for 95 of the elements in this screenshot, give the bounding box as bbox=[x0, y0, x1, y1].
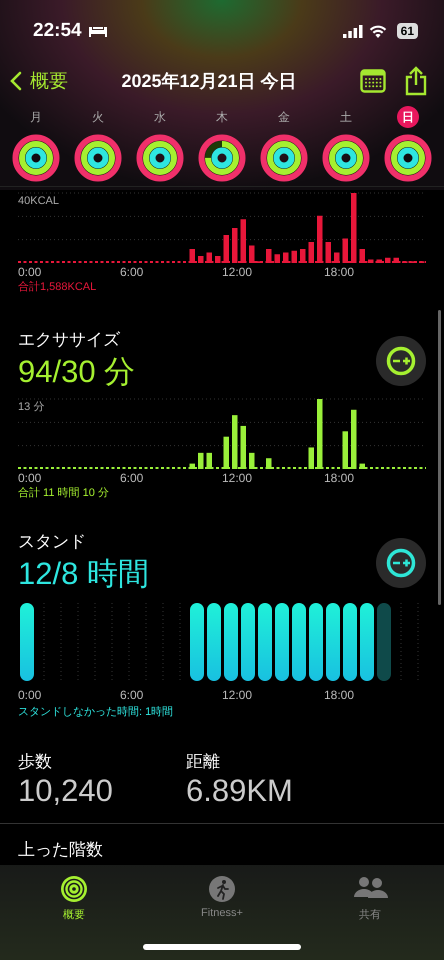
y-axis-label: 40KCAL bbox=[18, 195, 59, 207]
chart-bar bbox=[317, 216, 322, 263]
chart-bar bbox=[215, 256, 220, 263]
axis-tick-label: 6:00 bbox=[120, 471, 144, 485]
chart-bar bbox=[342, 238, 348, 263]
chart-bar bbox=[334, 252, 340, 263]
status-time: 22:54 bbox=[33, 20, 82, 42]
wifi-icon bbox=[368, 24, 387, 38]
chart-bar bbox=[351, 193, 356, 263]
chart-bar bbox=[351, 410, 356, 469]
chart-bar bbox=[308, 242, 314, 263]
axis-tick-label: 6:00 bbox=[120, 688, 144, 702]
chart-bar bbox=[292, 250, 297, 263]
adjust-goal-button[interactable] bbox=[376, 336, 426, 386]
tab-bar-item[interactable]: Fitness+ bbox=[172, 875, 272, 919]
axis-tick-label: 12:00 bbox=[222, 688, 254, 702]
calendar-icon[interactable] bbox=[360, 69, 386, 93]
total-label: スタンドしなかった時間: 1時間 bbox=[17, 706, 174, 718]
axis-tick-label: 18:00 bbox=[324, 265, 356, 279]
minus-plus-icon bbox=[386, 548, 416, 578]
weekday-label[interactable]: 金 bbox=[273, 106, 295, 128]
stat-label: 距離 bbox=[186, 751, 221, 773]
chart-bar bbox=[342, 431, 348, 469]
axis-tick-label: 18:00 bbox=[324, 688, 356, 702]
activity-rings-icon[interactable] bbox=[136, 134, 184, 182]
rings-icon bbox=[60, 875, 88, 903]
back-button[interactable]: 概要 bbox=[10, 68, 68, 94]
axis-tick-label: 0:00 bbox=[18, 688, 42, 702]
chart-bar bbox=[376, 260, 382, 263]
stat-label: 歩数 bbox=[18, 751, 53, 773]
bed-icon bbox=[88, 25, 108, 37]
axis-tick-label: 12:00 bbox=[222, 265, 254, 279]
signal-icon bbox=[342, 24, 363, 38]
date-title: 2025年12月21日 今日 bbox=[120, 70, 298, 93]
chart-bar bbox=[240, 219, 246, 263]
tab-bar-item[interactable]: 共有 bbox=[320, 875, 420, 922]
share-icon[interactable] bbox=[404, 66, 428, 96]
y-axis-label: 13 分 bbox=[18, 401, 44, 413]
chart-bar bbox=[266, 458, 272, 469]
chart-bar bbox=[206, 252, 212, 263]
weekday-label[interactable]: 木 bbox=[211, 106, 233, 128]
chart-bar bbox=[232, 228, 238, 263]
runner-icon bbox=[208, 875, 236, 903]
chart-bar bbox=[394, 258, 399, 263]
chart-bar bbox=[240, 426, 246, 469]
chart-bar bbox=[308, 447, 314, 469]
chart-bar bbox=[224, 436, 229, 469]
chevron-left-icon bbox=[10, 71, 22, 91]
chart-bar bbox=[224, 235, 229, 263]
chart-bar bbox=[300, 249, 306, 263]
total-label: 合計 11 時間 10 分 bbox=[17, 486, 110, 500]
battery-indicator: 61 bbox=[396, 23, 418, 39]
axis-tick-label: 0:00 bbox=[18, 265, 42, 279]
chart-bar bbox=[368, 260, 374, 263]
chart-bar bbox=[283, 252, 288, 263]
activity-rings-icon[interactable] bbox=[322, 134, 370, 182]
activity-rings-icon[interactable] bbox=[198, 134, 246, 182]
stand-value: 12/8 時間 bbox=[18, 555, 150, 593]
total-label: 合計1,588KCAL bbox=[17, 280, 98, 294]
chart-bar bbox=[198, 256, 204, 263]
stat-label: 上った階数 bbox=[18, 840, 103, 859]
axis-tick-label: 18:00 bbox=[324, 471, 356, 485]
chart-bar bbox=[360, 249, 365, 263]
stat-value: 6.89KM bbox=[186, 773, 294, 809]
weekday-label[interactable]: 火 bbox=[87, 106, 109, 128]
chart-bar bbox=[249, 246, 254, 263]
activity-rings-icon[interactable] bbox=[12, 134, 60, 182]
chart-bar bbox=[274, 254, 280, 263]
chart-bar bbox=[190, 464, 195, 469]
weekday-label[interactable]: 土 bbox=[335, 106, 357, 128]
chart-bar bbox=[190, 249, 195, 263]
weekday-label[interactable]: 月 bbox=[25, 106, 47, 128]
exercise-value: 94/30 分 bbox=[18, 353, 136, 391]
section-title: エクササイズ bbox=[18, 329, 121, 351]
chart-bar bbox=[385, 258, 390, 263]
chart-bar bbox=[266, 249, 272, 263]
minus-plus-icon bbox=[386, 346, 416, 376]
chart-bar bbox=[206, 452, 212, 469]
weekday-label[interactable]: 水 bbox=[149, 106, 171, 128]
chart-bar bbox=[360, 464, 365, 469]
adjust-goal-button[interactable] bbox=[376, 538, 426, 588]
axis-tick-label: 6:00 bbox=[120, 265, 144, 279]
chart-bar bbox=[326, 242, 331, 263]
activity-rings-icon[interactable] bbox=[384, 134, 432, 182]
activity-rings-icon[interactable] bbox=[260, 134, 308, 182]
chart-bar bbox=[232, 415, 238, 469]
stat-value: 10,240 bbox=[18, 773, 114, 809]
tab-bar-item[interactable]: 概要 bbox=[24, 875, 124, 922]
chart-bar bbox=[249, 452, 254, 469]
chart-bar bbox=[317, 399, 322, 469]
activity-rings-icon[interactable] bbox=[74, 134, 122, 182]
chart-bar bbox=[198, 452, 204, 469]
section-title: スタンド bbox=[18, 531, 87, 553]
axis-tick-label: 12:00 bbox=[222, 471, 254, 485]
axis-tick-label: 0:00 bbox=[18, 471, 42, 485]
